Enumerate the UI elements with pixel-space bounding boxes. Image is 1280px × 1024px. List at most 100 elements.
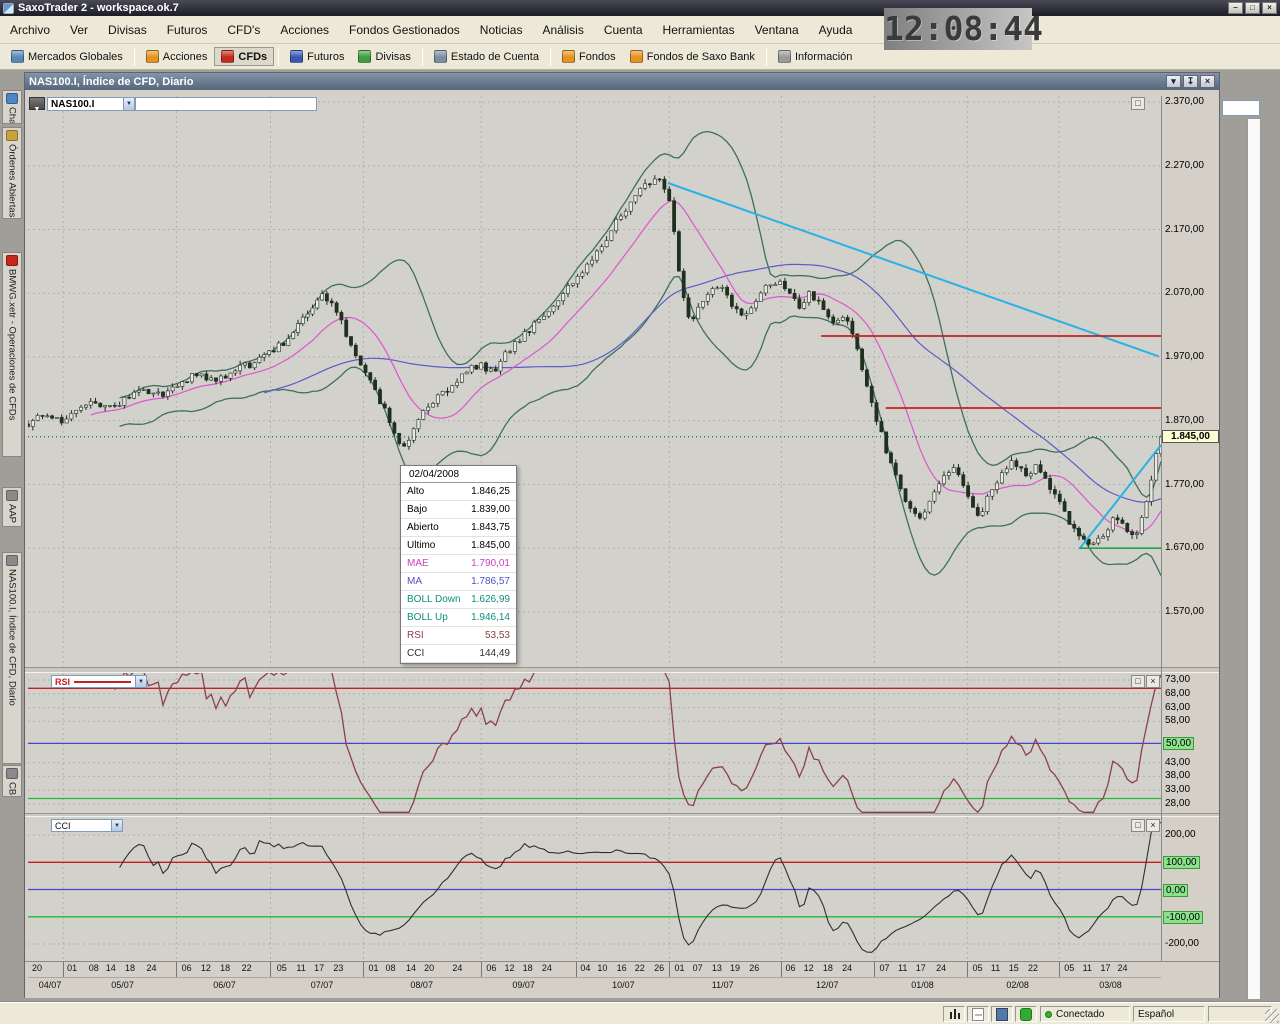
tooltip-row-label: MA bbox=[407, 576, 422, 587]
x-axis-month-label: 05/07 bbox=[111, 980, 134, 990]
toolbar-estado-de-cuenta[interactable]: Estado de Cuenta bbox=[427, 47, 546, 66]
toolbar-acciones[interactable]: Acciones bbox=[139, 47, 215, 66]
x-axis-day-tick: 24 bbox=[839, 963, 855, 973]
status-cell-empty bbox=[1208, 1006, 1272, 1022]
menu-futuros[interactable]: Futuros bbox=[157, 16, 218, 43]
menu-noticias[interactable]: Noticias bbox=[470, 16, 533, 43]
menu-herramientas[interactable]: Herramientas bbox=[653, 16, 745, 43]
futures-icon bbox=[290, 50, 303, 63]
panel-maximize-icon[interactable] bbox=[1131, 97, 1145, 110]
maximize-icon[interactable] bbox=[1245, 2, 1260, 14]
menu-ver[interactable]: Ver bbox=[60, 16, 98, 43]
chevron-down-icon[interactable] bbox=[123, 98, 134, 110]
app-title: SaxoTrader 2 - workspace.ok.7 bbox=[18, 2, 179, 14]
dock-tab-nas100-i-indice-de-cfd-diario[interactable]: NAS100.I, Índice de CFD, Diario bbox=[2, 552, 22, 764]
panel-divider[interactable] bbox=[25, 813, 1219, 817]
pin-icon[interactable] bbox=[1183, 75, 1198, 88]
chart-search-input[interactable] bbox=[135, 97, 317, 111]
menu-divisas[interactable]: Divisas bbox=[98, 16, 157, 43]
funds-icon bbox=[562, 50, 575, 63]
open-orders-icon bbox=[6, 130, 18, 141]
menu-ayuda[interactable]: Ayuda bbox=[809, 16, 863, 43]
toolbar-separator bbox=[766, 48, 767, 66]
instrument-icon bbox=[6, 490, 18, 501]
menu-fondos-gestionados[interactable]: Fondos Gestionados bbox=[339, 16, 470, 43]
dock-tab-cbk[interactable]: CBK bbox=[2, 765, 22, 797]
tooltip-row-label: Abierto bbox=[407, 522, 439, 533]
menu-acciones[interactable]: Acciones bbox=[270, 16, 339, 43]
chevron-down-icon[interactable] bbox=[1166, 75, 1181, 88]
tooltip-row-label: BOLL Down bbox=[407, 594, 461, 605]
x-axis-day-tick: 01 bbox=[366, 963, 382, 973]
toolbar-cfds[interactable]: CFDs bbox=[214, 47, 274, 66]
clock-widget: 12:08:44 bbox=[884, 8, 1032, 50]
close-icon[interactable] bbox=[1262, 2, 1277, 14]
chevron-down-icon[interactable] bbox=[111, 820, 122, 831]
menu-cfd-s[interactable]: CFD's bbox=[217, 16, 270, 43]
toolbar-label: CFDs bbox=[238, 51, 267, 63]
floating-input[interactable] bbox=[1222, 100, 1260, 116]
tooltip-row-label: Alto bbox=[407, 486, 424, 497]
panel-close-icon[interactable] bbox=[1146, 675, 1160, 688]
panel-maximize-icon[interactable] bbox=[1131, 675, 1145, 688]
panel-maximize-icon[interactable] bbox=[1131, 819, 1145, 832]
toolbar-informacion[interactable]: Información bbox=[771, 47, 859, 66]
panel-close-icon[interactable] bbox=[1146, 819, 1160, 832]
panel-divider[interactable] bbox=[25, 667, 1219, 673]
instrument-selector[interactable]: NAS100.I bbox=[47, 97, 135, 111]
cfds-icon bbox=[221, 50, 234, 63]
chart-window-titlebar[interactable]: NAS100.I, Índice de CFD, Diario bbox=[25, 73, 1219, 90]
menu-ventana[interactable]: Ventana bbox=[745, 16, 809, 43]
dock-tab-ordenes-abiertas[interactable]: Órdenes Abiertas bbox=[2, 127, 22, 219]
toolbar-fondos[interactable]: Fondos bbox=[555, 47, 623, 66]
chart-menu-button[interactable] bbox=[29, 97, 45, 110]
menu-analisis[interactable]: Análisis bbox=[532, 16, 593, 43]
toolbar-divisas[interactable]: Divisas bbox=[351, 47, 417, 66]
toolbar-fondos-de-saxo-bank[interactable]: Fondos de Saxo Bank bbox=[623, 47, 762, 66]
dock-tab-label: CBK bbox=[7, 782, 18, 797]
cci-indicator-selector[interactable]: CCI bbox=[51, 819, 123, 832]
cci-label: CCI bbox=[55, 821, 71, 831]
tooltip-row: BOLL Down1.626,99 bbox=[401, 591, 516, 609]
dock-tab-chat[interactable]: Chat bbox=[2, 90, 22, 124]
price-axis-label: 1.870,00 bbox=[1165, 415, 1204, 426]
chat-icon bbox=[6, 93, 18, 104]
menu-cuenta[interactable]: Cuenta bbox=[594, 16, 653, 43]
x-axis-day-tick: 06 bbox=[179, 963, 195, 973]
menu-archivo[interactable]: Archivo bbox=[0, 16, 60, 43]
x-axis-month-label: 08/07 bbox=[410, 980, 433, 990]
rsi-chart-canvas[interactable] bbox=[28, 673, 1161, 813]
close-icon[interactable] bbox=[1200, 75, 1215, 88]
tooltip-row-label: Ultimo bbox=[407, 540, 435, 551]
dock-tab-bmwg-xetr-operaciones-de-cfds[interactable]: BMWG.xetr - Operaciones de CFDs bbox=[2, 252, 22, 457]
x-axis-month-separator bbox=[363, 962, 364, 977]
main-chart-canvas[interactable] bbox=[28, 96, 1161, 667]
price-axis-label: 1.770,00 bbox=[1165, 479, 1204, 490]
status-cell bbox=[943, 1006, 965, 1022]
x-axis-day-tick: 06 bbox=[483, 963, 499, 973]
x-axis-day-tick: 12 bbox=[198, 963, 214, 973]
toolbar-mercados-globales[interactable]: Mercados Globales bbox=[4, 47, 130, 66]
tooltip-row-value: 53,53 bbox=[485, 630, 510, 641]
cci-axis-label: -200,00 bbox=[1165, 938, 1199, 949]
x-axis-day-tick: 13 bbox=[709, 963, 725, 973]
toolbar-futuros[interactable]: Futuros bbox=[283, 47, 351, 66]
language-selector[interactable]: Español bbox=[1133, 1006, 1205, 1022]
instrument-label: NAS100.I bbox=[51, 99, 94, 110]
dock-tab-aap[interactable]: AAP bbox=[2, 487, 22, 527]
vertical-scrollbar[interactable] bbox=[1247, 118, 1261, 1000]
rsi-label: RSI bbox=[55, 677, 70, 687]
price-axis-label: 2.370,00 bbox=[1165, 96, 1204, 107]
x-axis-day-tick: 08 bbox=[86, 963, 102, 973]
chevron-down-icon[interactable] bbox=[135, 676, 146, 687]
resize-grip[interactable] bbox=[1265, 1009, 1279, 1023]
tooltip-row-value: 1.790,01 bbox=[471, 558, 510, 569]
x-axis-divider bbox=[28, 977, 1161, 978]
tooltip-row-value: 144,49 bbox=[479, 648, 510, 659]
x-axis-day-tick: 24 bbox=[449, 963, 465, 973]
tooltip-row-value: 1.839,00 bbox=[471, 504, 510, 515]
toolbar-separator bbox=[278, 48, 279, 66]
rsi-indicator-selector[interactable]: RSI bbox=[51, 675, 147, 688]
cci-chart-canvas[interactable] bbox=[28, 817, 1161, 961]
minimize-icon[interactable] bbox=[1228, 2, 1243, 14]
